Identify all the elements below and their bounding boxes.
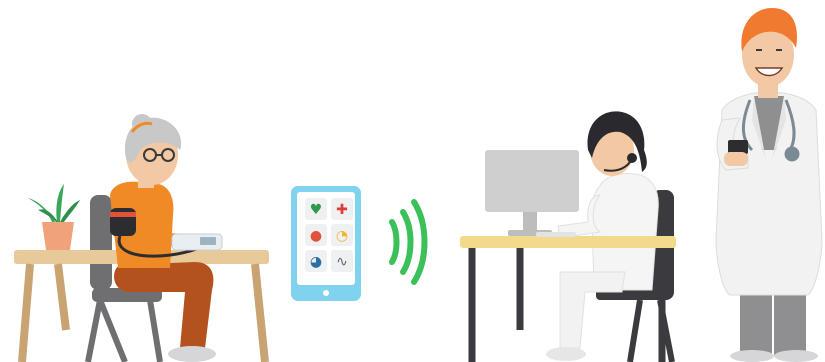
- patient-pants: [114, 262, 214, 348]
- clock-icon: ◔: [336, 228, 348, 244]
- doctor-hand: [724, 152, 748, 166]
- patient-chair-back: [90, 195, 112, 290]
- apple-icon: ●: [310, 228, 322, 244]
- computer-monitor: [485, 150, 579, 212]
- plant-pot: [42, 222, 74, 250]
- signal-icon: [389, 199, 428, 285]
- telemedicine-illustration: ♥ ✚ ● ◔ ◕ ∿: [14, 8, 823, 362]
- nurse-shoe: [546, 347, 586, 361]
- pie-icon: ◕: [310, 254, 322, 270]
- nurse-legs: [559, 271, 626, 349]
- plant: [28, 184, 80, 250]
- nurse-scene: [460, 111, 676, 362]
- plus-icon: ✚: [336, 202, 348, 218]
- patient-chair-legs: [85, 298, 163, 362]
- phone-icon: [728, 140, 748, 154]
- bp-monitor-screen: [200, 237, 216, 245]
- patient-scene: [14, 114, 269, 362]
- keyboard: [536, 232, 576, 237]
- bp-cuff-strap: [110, 212, 136, 217]
- pulse-icon: ∿: [336, 254, 348, 270]
- nurse-chair-legs: [627, 299, 675, 362]
- tablet: ♥ ✚ ● ◔ ◕ ∿: [291, 186, 361, 301]
- tablet-home-button: [323, 290, 329, 296]
- doctor-shoe-left: [730, 350, 774, 362]
- doctor-scene: [715, 8, 823, 362]
- monitor-stand: [523, 212, 537, 232]
- heart-icon: ♥: [310, 202, 323, 218]
- patient-shoe: [168, 346, 216, 362]
- doctor-shoe-right: [774, 350, 818, 362]
- nurse-desk-top: [460, 236, 676, 248]
